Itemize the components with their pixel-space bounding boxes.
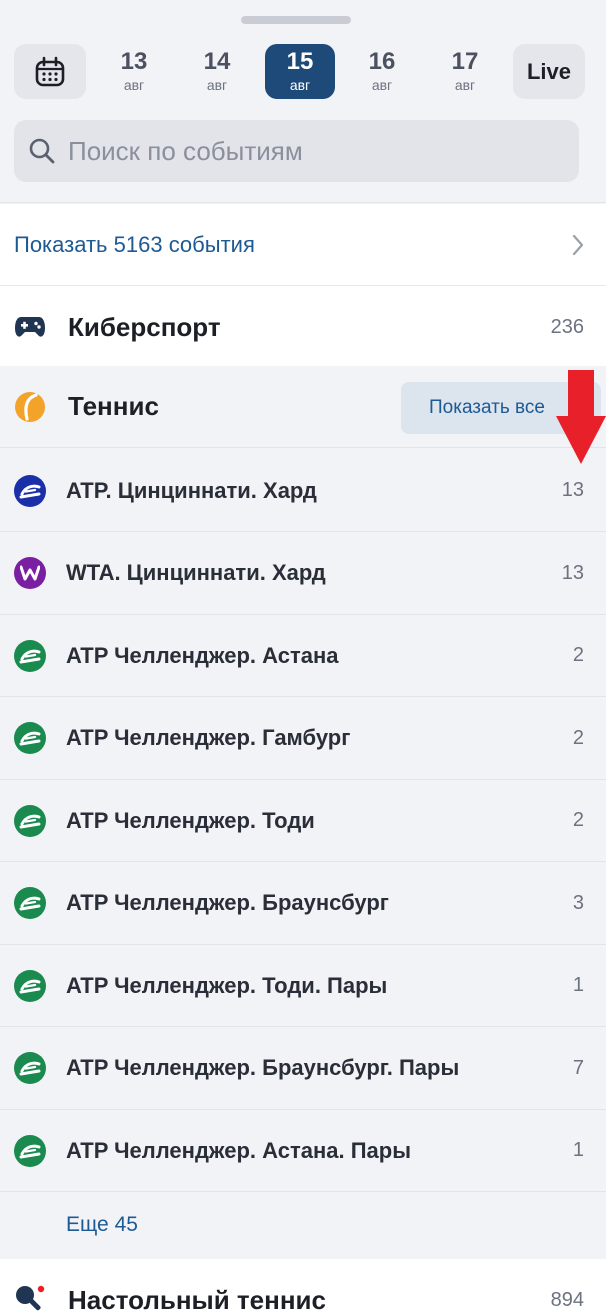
calendar-icon: [35, 56, 65, 86]
league-row[interactable]: ATP Челленджер. Тоди. Пары 1: [0, 945, 606, 1027]
sport-row-esports[interactable]: Киберспорт 236: [0, 286, 606, 368]
chevron-right-icon: [572, 234, 584, 256]
search-icon: [29, 138, 55, 164]
sheet-drag-handle[interactable]: [241, 16, 351, 24]
league-row[interactable]: ATP Челленджер. Браунсбург 3: [0, 862, 606, 945]
sport-name: Теннис: [68, 391, 159, 421]
date-item-17[interactable]: 17 авг: [430, 44, 500, 99]
live-button[interactable]: Live: [513, 44, 585, 99]
atp-challenger-badge-icon: [14, 1052, 46, 1084]
calendar-button[interactable]: [14, 44, 86, 99]
atp-challenger-badge-icon: [14, 804, 46, 837]
atp-challenger-badge-icon: [14, 1134, 46, 1167]
event-count: 7: [572, 1056, 584, 1079]
league-name: ATP Челленджер. Тоди: [66, 807, 315, 833]
atp-badge-icon: [14, 474, 46, 507]
event-count: 2: [572, 644, 584, 666]
league-name: ATP Челленджер. Астана. Пары: [66, 1137, 411, 1163]
search-bar[interactable]: [14, 120, 579, 182]
league-row[interactable]: ATP. Цинциннати. Хард 13: [0, 450, 606, 532]
league-name: WTA. Цинциннати. Хард: [66, 560, 326, 585]
date-item-14[interactable]: 14 авг: [182, 44, 252, 99]
show-all-events-row[interactable]: Показать 5163 события: [0, 204, 606, 286]
date-month: авг: [206, 77, 228, 93]
date-item-13[interactable]: 13 авг: [99, 44, 169, 99]
show-more-label: Еще 45: [66, 1213, 138, 1236]
date-day: 17: [451, 48, 479, 75]
date-day: 14: [203, 48, 231, 75]
event-count: 236: [550, 315, 584, 338]
red-down-arrow-annotation: [556, 370, 606, 464]
event-count: 1: [572, 1139, 584, 1161]
date-item-15-selected[interactable]: 15 авг: [265, 44, 335, 99]
event-count: 2: [572, 726, 584, 749]
league-row[interactable]: ATP Челленджер. Браунсбург. Пары 7: [0, 1027, 606, 1110]
event-count: 894: [550, 1288, 584, 1311]
sport-name: Киберспорт: [68, 311, 221, 342]
league-name: ATP. Цинциннати. Хард: [66, 477, 317, 503]
date-item-16[interactable]: 16 авг: [347, 44, 417, 99]
date-month: авг: [289, 77, 311, 93]
show-all-events-label: Показать 5163 события: [14, 231, 255, 257]
event-count: 2: [572, 809, 584, 831]
sport-name: Настольный теннис: [68, 1284, 326, 1315]
league-name: ATP Челленджер. Браунсбург. Пары: [66, 1055, 460, 1080]
atp-challenger-badge-icon: [14, 639, 46, 672]
search-input[interactable]: [68, 135, 548, 167]
atp-challenger-badge-icon: [14, 722, 46, 754]
atp-challenger-badge-icon: [14, 969, 46, 1002]
league-name: ATP Челленджер. Астана: [66, 642, 339, 668]
event-count: 13: [561, 561, 584, 584]
date-month: авг: [371, 77, 393, 93]
league-row[interactable]: ATP Челленджер. Гамбург 2: [0, 697, 606, 780]
date-day: 15: [286, 48, 314, 75]
league-row[interactable]: ATP Челленджер. Астана. Пары 1: [0, 1110, 606, 1192]
event-count: 1: [572, 974, 584, 996]
table-tennis-icon: [14, 1284, 46, 1316]
wta-badge-icon: [14, 557, 46, 589]
league-row[interactable]: WTA. Цинциннати. Хард 13: [0, 532, 606, 615]
date-selector-bar: 13 авг 14 авг 15 авг 16 авг 17 авг Live: [0, 0, 606, 203]
date-month: авг: [123, 77, 145, 93]
league-name: ATP Челленджер. Браунсбург: [66, 890, 389, 915]
league-name: ATP Челленджер. Гамбург: [66, 725, 351, 750]
event-count: 13: [561, 479, 584, 501]
date-day: 13: [120, 48, 148, 75]
show-more-leagues-link[interactable]: Еще 45: [0, 1193, 606, 1257]
event-count: 3: [572, 891, 584, 914]
league-row[interactable]: ATP Челленджер. Астана 2: [0, 615, 606, 697]
gamepad-icon: [14, 311, 46, 343]
date-month: авг: [454, 77, 476, 93]
league-name: ATP Челленджер. Тоди. Пары: [66, 972, 388, 998]
date-day: 16: [368, 48, 396, 75]
atp-challenger-badge-icon: [14, 887, 46, 919]
tennis-ball-icon: [14, 391, 46, 423]
league-row[interactable]: ATP Челленджер. Тоди 2: [0, 780, 606, 862]
sport-row-table-tennis[interactable]: Настольный теннис 894: [0, 1259, 606, 1316]
